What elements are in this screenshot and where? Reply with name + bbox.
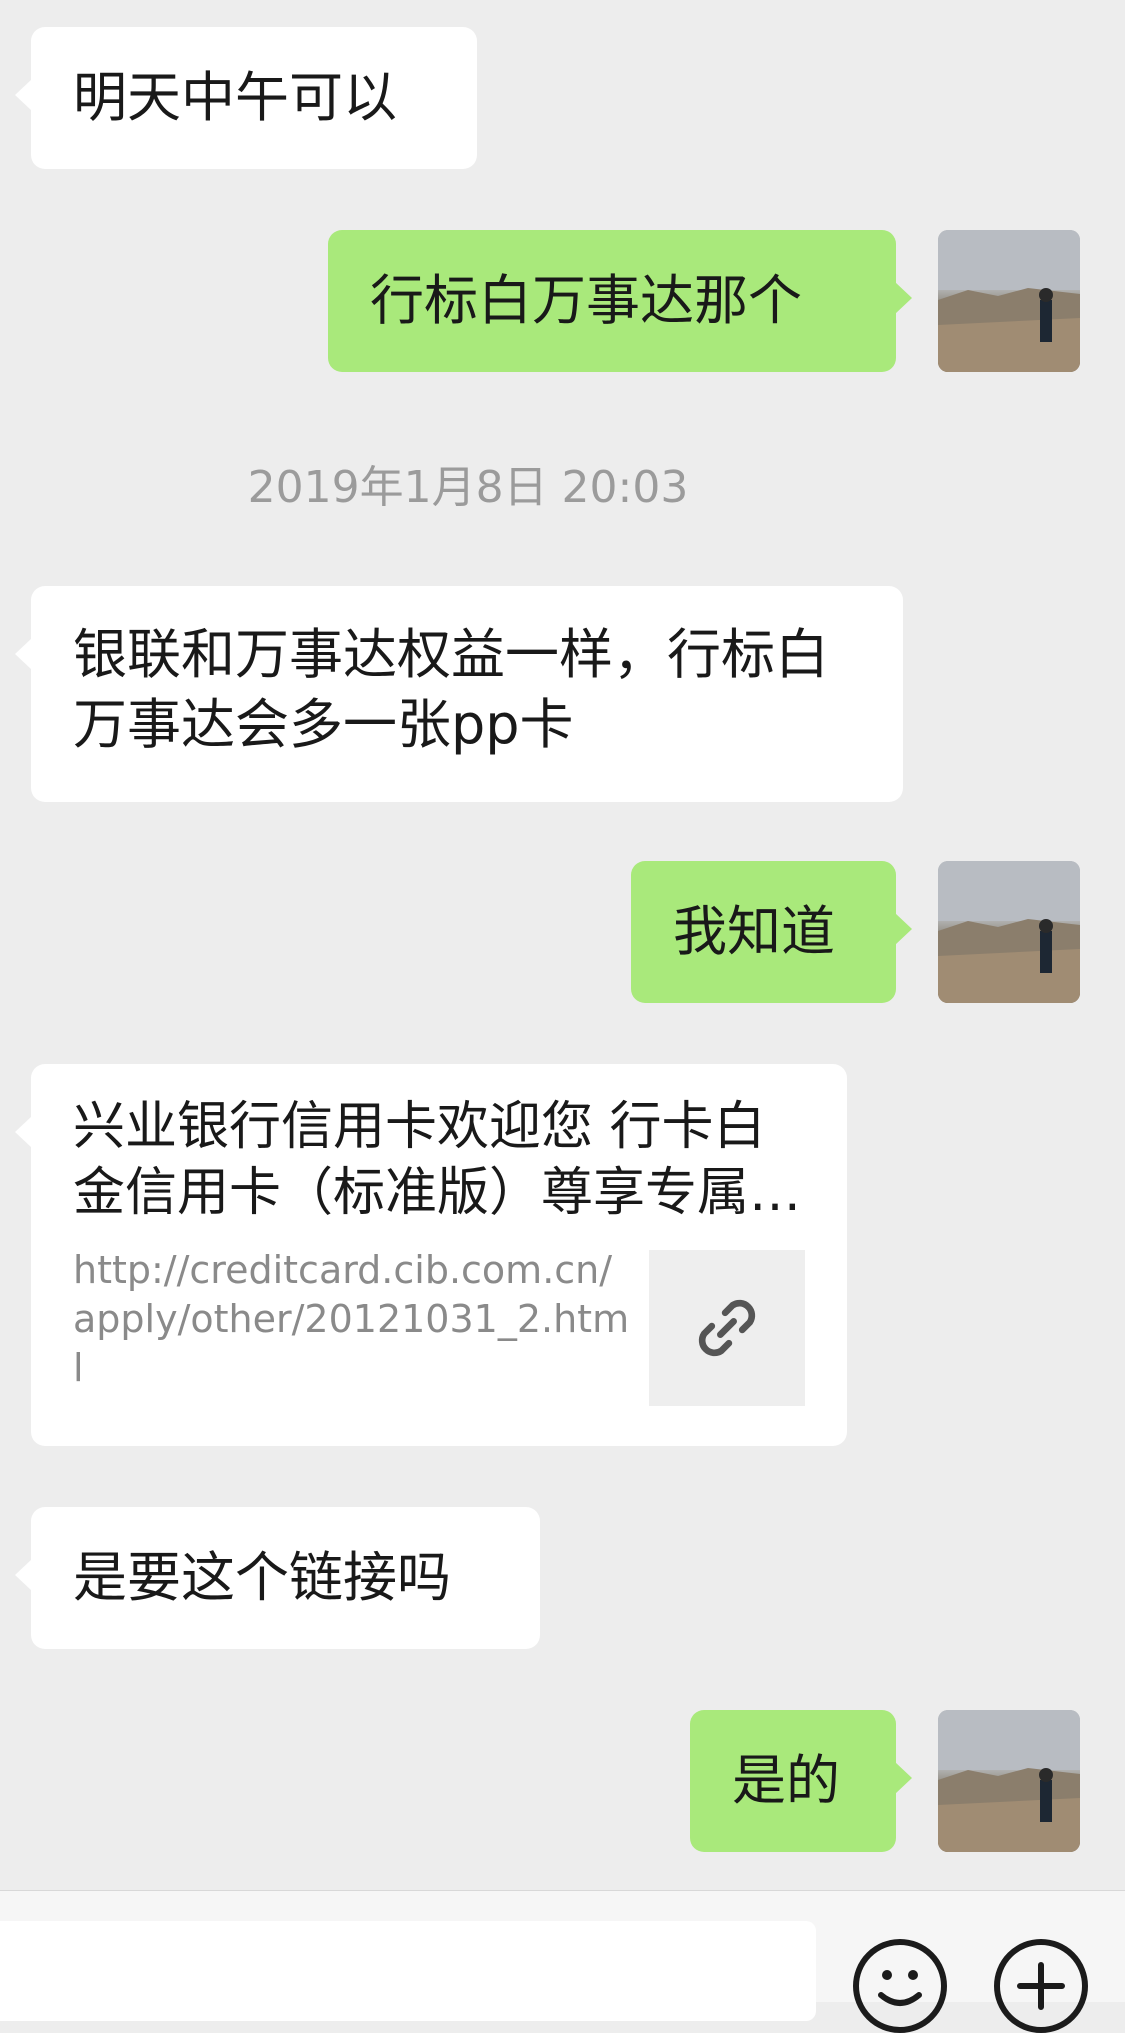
link-icon (698, 1299, 756, 1357)
message-bubble-incoming[interactable]: 银联和万事达权益一样，行标白万事达会多一张pp卡 (15, 586, 903, 802)
user-avatar[interactable] (938, 1710, 1080, 1852)
message-bubble-incoming[interactable]: 是要这个链接吗 (15, 1507, 540, 1649)
avatar-photo-icon (938, 230, 1080, 372)
avatar-photo-icon (938, 861, 1080, 1003)
emoji-button[interactable] (853, 1939, 947, 2033)
emoji-icon (878, 1970, 922, 2006)
message-bubble-incoming[interactable]: 明天中午可以 (15, 27, 477, 169)
message-bubble-outgoing[interactable]: 行标白万事达那个 (328, 230, 912, 372)
message-text: 是要这个链接吗 (73, 1546, 451, 1609)
more-button[interactable] (994, 1939, 1088, 2033)
message-text: 银联和万事达权益一样，行标白万事达会多一张pp卡 (73, 623, 829, 756)
message-text: 行标白万事达那个 (370, 269, 802, 332)
user-avatar[interactable] (938, 861, 1080, 1003)
message-bubble-outgoing[interactable]: 我知道 (631, 861, 912, 1003)
avatar-photo-icon (938, 1710, 1080, 1852)
link-card[interactable]: 兴业银行信用卡欢迎您 行卡白金信用卡（标准版）尊享专属权益 http://cre… (15, 1064, 847, 1446)
message-bubble-outgoing[interactable]: 是的 (690, 1710, 912, 1852)
user-avatar[interactable] (938, 230, 1080, 372)
message-text: 是的 (732, 1749, 840, 1812)
link-card-thumbnail (649, 1250, 805, 1406)
link-card-url: http://creditcard.cib.com.cn/apply/other… (73, 1248, 630, 1390)
input-bar (0, 1890, 1125, 2033)
message-input[interactable] (0, 1921, 816, 2021)
plus-icon (1017, 1962, 1065, 2010)
message-text: 我知道 (673, 900, 835, 963)
message-text: 明天中午可以 (73, 66, 397, 129)
chat-area[interactable]: 明天中午可以 行标白万事达那个 2019年1月8日 20:03 银联和万事达权益… (0, 0, 1125, 1890)
timestamp: 2019年1月8日 20:03 (247, 462, 689, 513)
link-card-title: 兴业银行信用卡欢迎您 行卡白金信用卡（标准版）尊享专属权益 (73, 1097, 802, 1223)
